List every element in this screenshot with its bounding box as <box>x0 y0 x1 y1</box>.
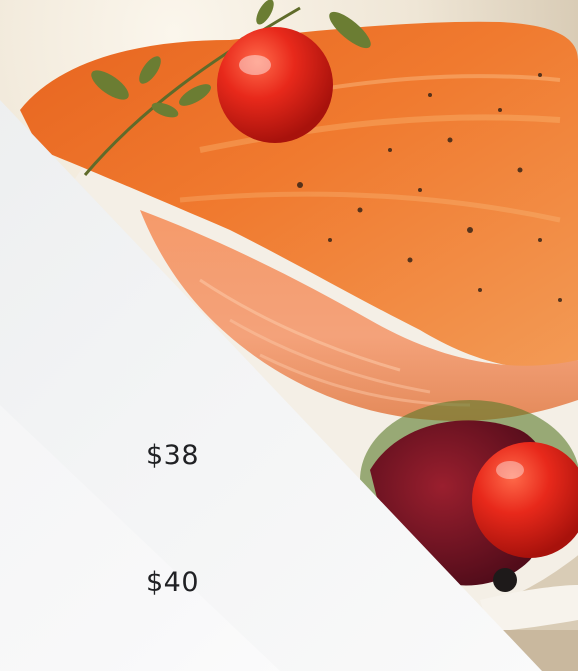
menu-card: $38 $40 <box>0 0 578 671</box>
price-label: $40 <box>146 567 200 598</box>
price-label: $38 <box>146 440 200 471</box>
